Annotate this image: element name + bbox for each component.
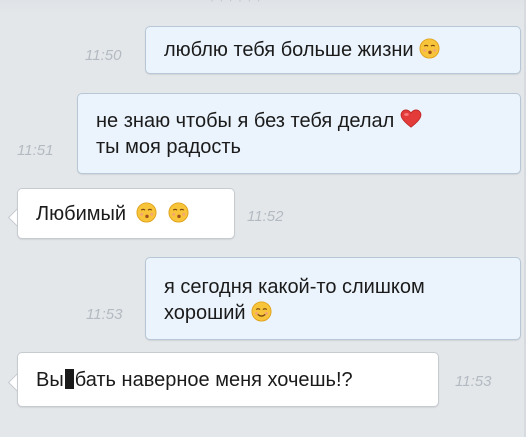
message-time: 11:52	[247, 208, 284, 225]
heart-icon	[400, 109, 422, 129]
censor-block	[64, 369, 74, 389]
message-time: 11:53	[86, 306, 123, 323]
smiling-face-icon	[251, 301, 272, 322]
scroll-top-fade: · · · · · ·	[0, 0, 526, 14]
message-row: Вы бать наверное меня хочешь!? 11:53	[0, 345, 526, 410]
chat-screen: { "colors": { "background": "#e4e7ea", "…	[0, 0, 526, 437]
message-row: 11:51 не знаю чтобы я без тебя делал ты …	[0, 90, 526, 180]
kissing-face-icon	[168, 202, 189, 223]
message-row: Любимый 11:52	[0, 185, 526, 245]
outgoing-message-bubble[interactable]: не знаю чтобы я без тебя делал ты моя ра…	[77, 93, 521, 174]
message-text-line: я сегодня какой-то слишком	[164, 276, 425, 298]
kissing-face-icon	[419, 38, 440, 59]
message-row: 11:50 люблю тебя больше жизни	[0, 14, 526, 84]
message-text-line: ты моя радость	[96, 136, 241, 158]
outgoing-message-bubble[interactable]: люблю тебя больше жизни	[145, 26, 521, 74]
message-text: Любимый	[36, 201, 216, 227]
incoming-message-bubble[interactable]: Любимый	[17, 188, 235, 239]
message-text: люблю тебя больше жизни	[164, 37, 502, 63]
message-time: 11:50	[85, 47, 122, 64]
incoming-message-bubble[interactable]: Вы бать наверное меня хочешь!?	[17, 352, 439, 407]
cut-off-header-text: · · · · · ·	[210, 0, 262, 7]
outgoing-message-bubble[interactable]: я сегодня какой-то слишком хороший	[145, 257, 521, 340]
message-time: 11:53	[455, 373, 492, 390]
message-text-line: хороший	[164, 300, 502, 326]
message-text: Вы бать наверное меня хочешь!?	[36, 369, 353, 391]
message-time: 11:51	[17, 142, 54, 159]
message-row: 11:53 я сегодня какой-то слишком хороший	[0, 250, 526, 345]
message-text-line: не знаю чтобы я без тебя делал	[96, 108, 502, 134]
kissing-face-icon	[136, 202, 157, 223]
